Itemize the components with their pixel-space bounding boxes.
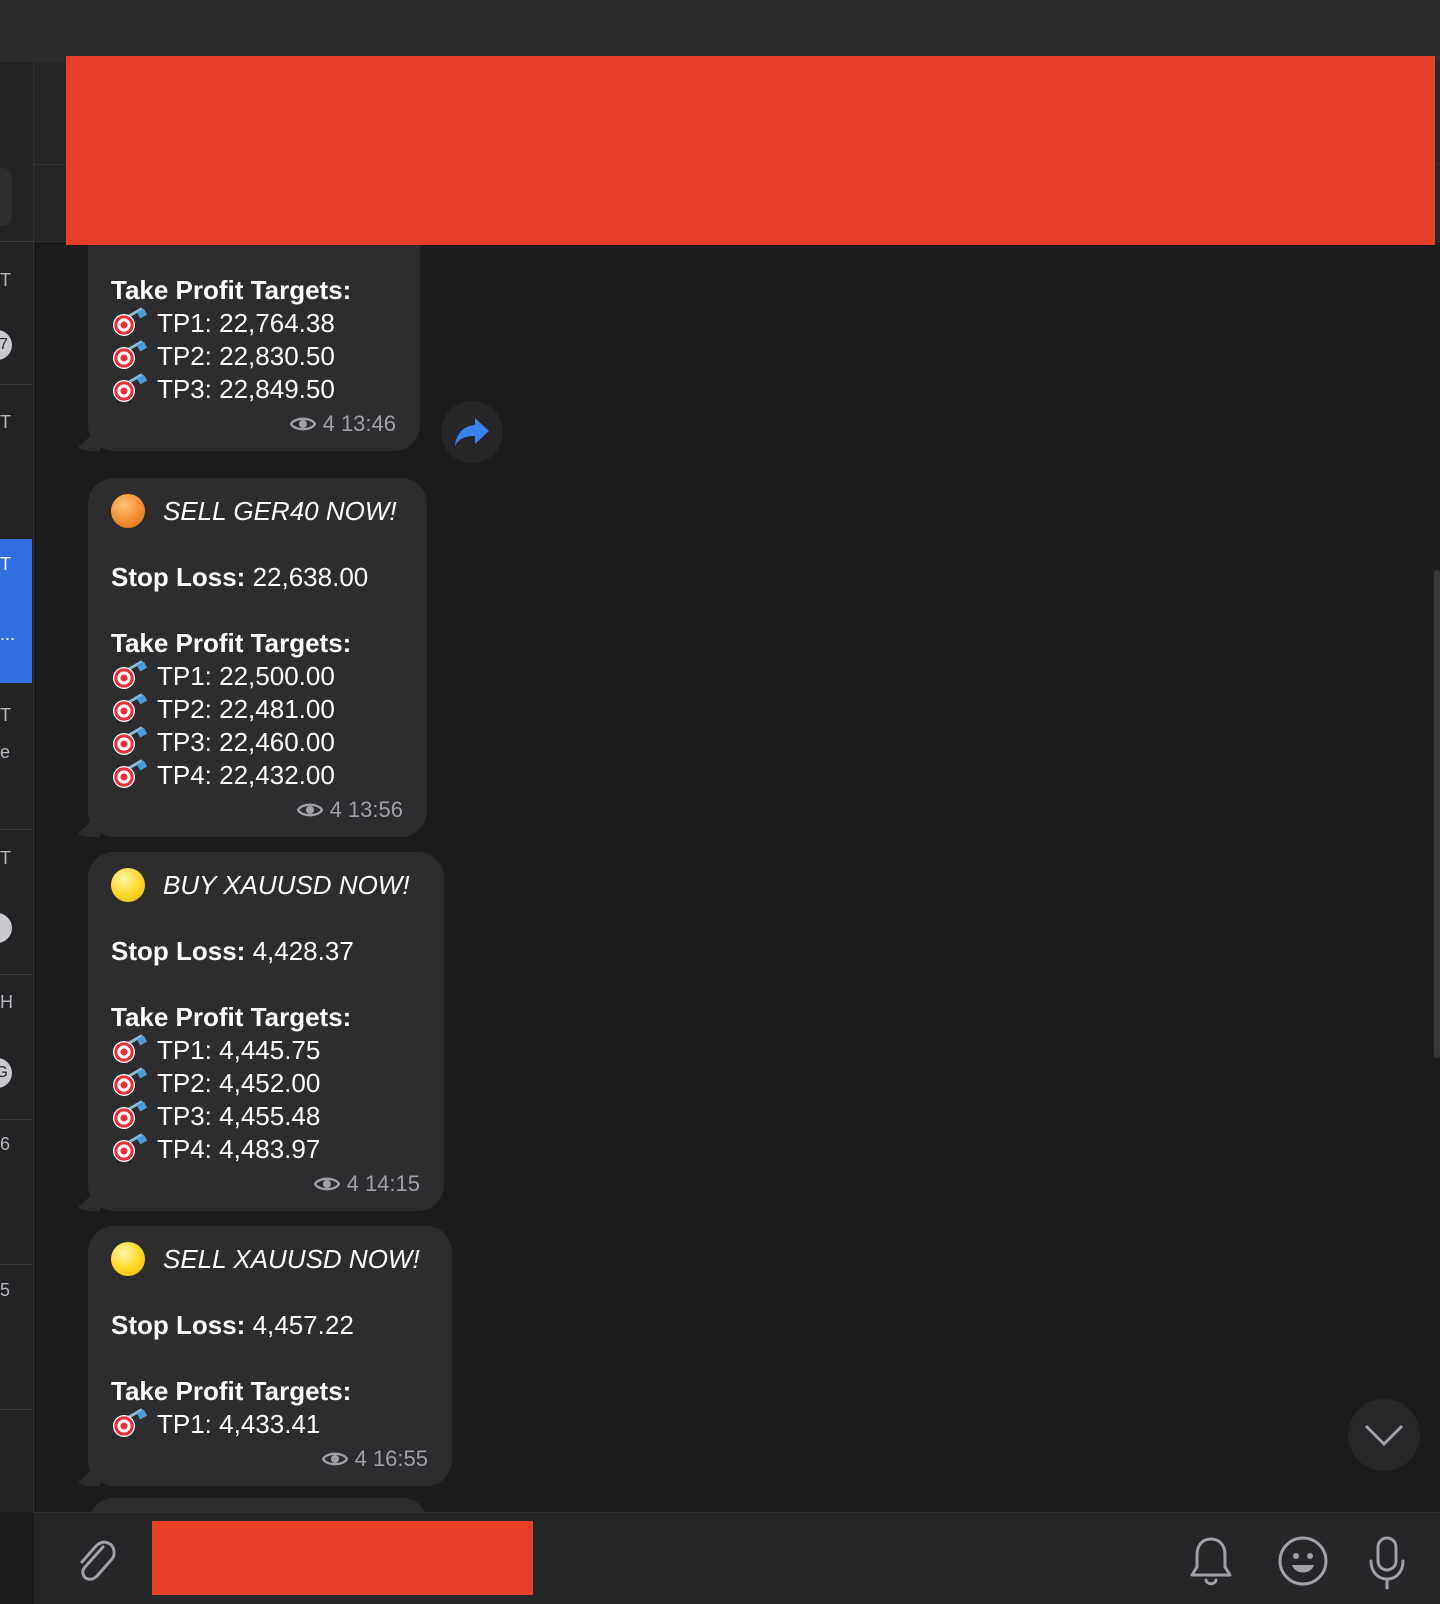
emoji-button[interactable] (1276, 1534, 1330, 1588)
direct-hit-icon (111, 659, 148, 691)
microphone-icon (1369, 1536, 1405, 1590)
take-profit-heading: Take Profit Targets: (111, 275, 352, 305)
search-field-edge[interactable] (0, 168, 12, 226)
window-titlebar (0, 0, 1440, 62)
orange-circle-icon (111, 494, 145, 528)
message-meta: 4 14:15 (111, 1171, 420, 1211)
redacted-channel-header (66, 56, 1435, 245)
direct-hit-icon (111, 1033, 148, 1065)
message-time: 13:46 (340, 411, 396, 436)
take-profit-line: TP1: 22,764.38 (111, 306, 396, 340)
take-profit-line: TP4: 4,483.97 (111, 1132, 420, 1166)
take-profit-line: TP2: 4,452.00 (111, 1066, 420, 1100)
bell-icon (1190, 1537, 1232, 1586)
take-profit-heading: Take Profit Targets: (111, 1376, 352, 1406)
message-list[interactable]: Take Profit Targets: TP1: 22,764.38 TP2:… (34, 242, 1406, 1512)
stop-loss-line: Stop Loss: 22,638.00 (111, 562, 369, 592)
eye-icon (289, 417, 316, 431)
message-bubble[interactable]: Take Profit Targets: TP1: 22,764.38 TP2:… (88, 242, 420, 451)
take-profit-heading: Take Profit Targets: (111, 628, 352, 658)
message-bubble[interactable]: SELL GER40 NOW! Stop Loss: 22,638.00 Tak… (88, 478, 427, 837)
chat-list-divider (0, 1264, 33, 1265)
chat-item-fragment: T (0, 412, 11, 432)
forward-arrow-icon (455, 418, 489, 446)
message-bubble[interactable]: SELL XAUUSD NOW! Stop Loss: 4,457.22 Tak… (88, 1226, 452, 1486)
direct-hit-icon (111, 339, 148, 371)
chat-item-fragment: ... (0, 624, 16, 644)
message-scrollbar[interactable] (1434, 570, 1440, 1058)
message-bubble[interactable]: BUY XAUUSD NOW! Stop Loss: 4,428.37 Take… (88, 852, 444, 1211)
yellow-circle-icon (111, 868, 145, 902)
direct-hit-icon (111, 1066, 148, 1098)
chevron-down-icon (1364, 1424, 1404, 1447)
eye-icon (296, 803, 323, 817)
chat-list-divider (0, 829, 33, 830)
take-profit-line: TP2: 22,830.50 (111, 339, 396, 373)
chat-avatar[interactable]: G (0, 1058, 12, 1088)
direct-hit-icon (111, 1132, 148, 1164)
attach-button[interactable] (70, 1534, 122, 1586)
chat-item-fragment: T (0, 848, 11, 868)
chat-item-fragment: e (0, 742, 11, 762)
paperclip-icon (80, 1540, 116, 1581)
chat-avatar[interactable]: 7 (0, 330, 12, 360)
take-profit-line: TP3: 4,455.48 (111, 1099, 420, 1133)
chat-list-divider (0, 974, 33, 975)
voice-message-button[interactable] (1364, 1534, 1410, 1592)
chat-item-fragment: 6 (0, 1134, 11, 1154)
chat-item-fragment: H (0, 992, 13, 1012)
view-count: 4 (329, 797, 342, 822)
view-count: 4 (346, 1171, 359, 1196)
direct-hit-icon (111, 372, 148, 404)
chat-list-divider (0, 241, 33, 242)
chat-item-fragment: T (0, 705, 11, 725)
direct-hit-icon (111, 692, 148, 724)
take-profit-line: TP2: 22,481.00 (111, 692, 403, 726)
direct-hit-icon (111, 758, 148, 790)
redacted-message-input[interactable] (152, 1521, 533, 1595)
eye-icon (321, 1452, 348, 1466)
signal-headline: BUY XAUUSD NOW! (111, 868, 420, 902)
message-bubble[interactable] (88, 1498, 428, 1512)
smiley-icon (1278, 1536, 1328, 1586)
signal-headline: SELL GER40 NOW! (111, 494, 403, 528)
take-profit-line: TP4: 22,432.00 (111, 758, 403, 792)
take-profit-line: TP1: 4,433.41 (111, 1407, 428, 1441)
chat-list-sidebar: T 7 T T ... T e T H G 6 5 (0, 62, 34, 1512)
view-count: 4 (322, 411, 335, 436)
chat-item-fragment: 5 (0, 1280, 11, 1300)
take-profit-line: TP1: 4,445.75 (111, 1033, 420, 1067)
message-time: 13:56 (347, 797, 403, 822)
take-profit-line: TP1: 22,500.00 (111, 659, 403, 693)
forward-button[interactable] (441, 401, 503, 463)
message-meta: 4 16:55 (111, 1446, 428, 1486)
view-count: 4 (354, 1446, 367, 1471)
stop-loss-line: Stop Loss: 4,428.37 (111, 936, 354, 966)
take-profit-heading: Take Profit Targets: (111, 1002, 352, 1032)
message-time: 16:55 (372, 1446, 428, 1471)
chat-avatar[interactable] (0, 913, 12, 943)
take-profit-line: TP3: 22,849.50 (111, 372, 396, 406)
stop-loss-line: Stop Loss: 4,457.22 (111, 1310, 354, 1340)
direct-hit-icon (111, 1099, 148, 1131)
chat-item-fragment: T (0, 554, 11, 574)
direct-hit-icon (111, 725, 148, 757)
chat-item-active[interactable]: T ... (0, 539, 32, 683)
chat-item-fragment: T (0, 270, 11, 290)
message-meta: 4 13:56 (111, 797, 403, 837)
scroll-to-bottom-button[interactable] (1348, 1399, 1420, 1471)
message-meta: 4 13:46 (111, 411, 396, 451)
notifications-button[interactable] (1186, 1534, 1236, 1590)
take-profit-line: TP3: 22,460.00 (111, 725, 403, 759)
direct-hit-icon (111, 306, 148, 338)
signal-headline: SELL XAUUSD NOW! (111, 1242, 428, 1276)
chat-list-divider (0, 1409, 33, 1410)
yellow-circle-icon (111, 1242, 145, 1276)
eye-icon (313, 1177, 340, 1191)
chat-list-divider (0, 1119, 33, 1120)
chat-list-divider (0, 384, 33, 385)
direct-hit-icon (111, 1407, 148, 1439)
message-time: 14:15 (364, 1171, 420, 1196)
